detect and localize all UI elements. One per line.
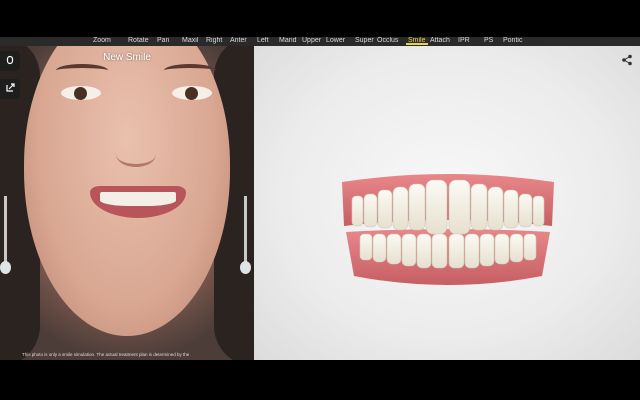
right-eye [172,86,212,100]
export-button[interactable] [0,79,20,99]
toolbar-lower[interactable]: Lower [326,37,345,45]
photo-title: New Smile [103,52,151,63]
toolbar-anter[interactable]: Anter [230,37,247,45]
view-toolbar: Zoom Rotate Pan Maxil Right Anter Left M… [0,37,640,46]
left-eyebrow [56,64,108,77]
viewer-stage: New Smile This photo is only a smile sim… [0,46,640,360]
toolbar-maxil[interactable]: Maxil [182,37,198,45]
toolbar-zoom[interactable]: Zoom [93,37,111,45]
toolbar-occlus[interactable]: Occlus [377,37,398,45]
toolbar-upper[interactable]: Upper [302,37,321,45]
toolbar-pontic[interactable]: Pontic [503,37,522,45]
right-eyebrow [164,64,216,77]
toolbar-super[interactable]: Super [355,37,374,45]
toolbar-rotate[interactable]: Rotate [128,37,149,45]
right-earring [240,196,251,274]
toolbar-mand[interactable]: Mand [279,37,297,45]
left-earring [0,196,11,274]
nose [116,142,156,167]
toolbar-pan[interactable]: Pan [157,37,169,45]
export-icon [5,80,16,98]
dental-arch-model[interactable] [338,168,558,288]
toolbar-right[interactable]: Right [206,37,222,45]
toolbar-smile[interactable]: Smile [406,37,427,45]
toggle-icon [5,52,15,70]
toolbar-ps[interactable]: PS [484,37,493,45]
toolbar-left[interactable]: Left [257,37,269,45]
smile-mouth [90,186,186,218]
simulated-teeth [100,192,176,206]
photo-disclaimer: This photo is only a smile simulation. T… [22,352,190,357]
toolbar-ipr[interactable]: IPR [458,37,470,45]
left-eye [61,86,101,100]
face-photo [24,46,230,336]
toolbar-attach[interactable]: Attach [430,37,450,45]
3d-model-panel[interactable] [254,46,640,360]
toggle-button[interactable] [0,51,20,71]
smile-photo-panel: New Smile This photo is only a smile sim… [0,46,254,360]
share-icon[interactable] [621,53,633,66]
